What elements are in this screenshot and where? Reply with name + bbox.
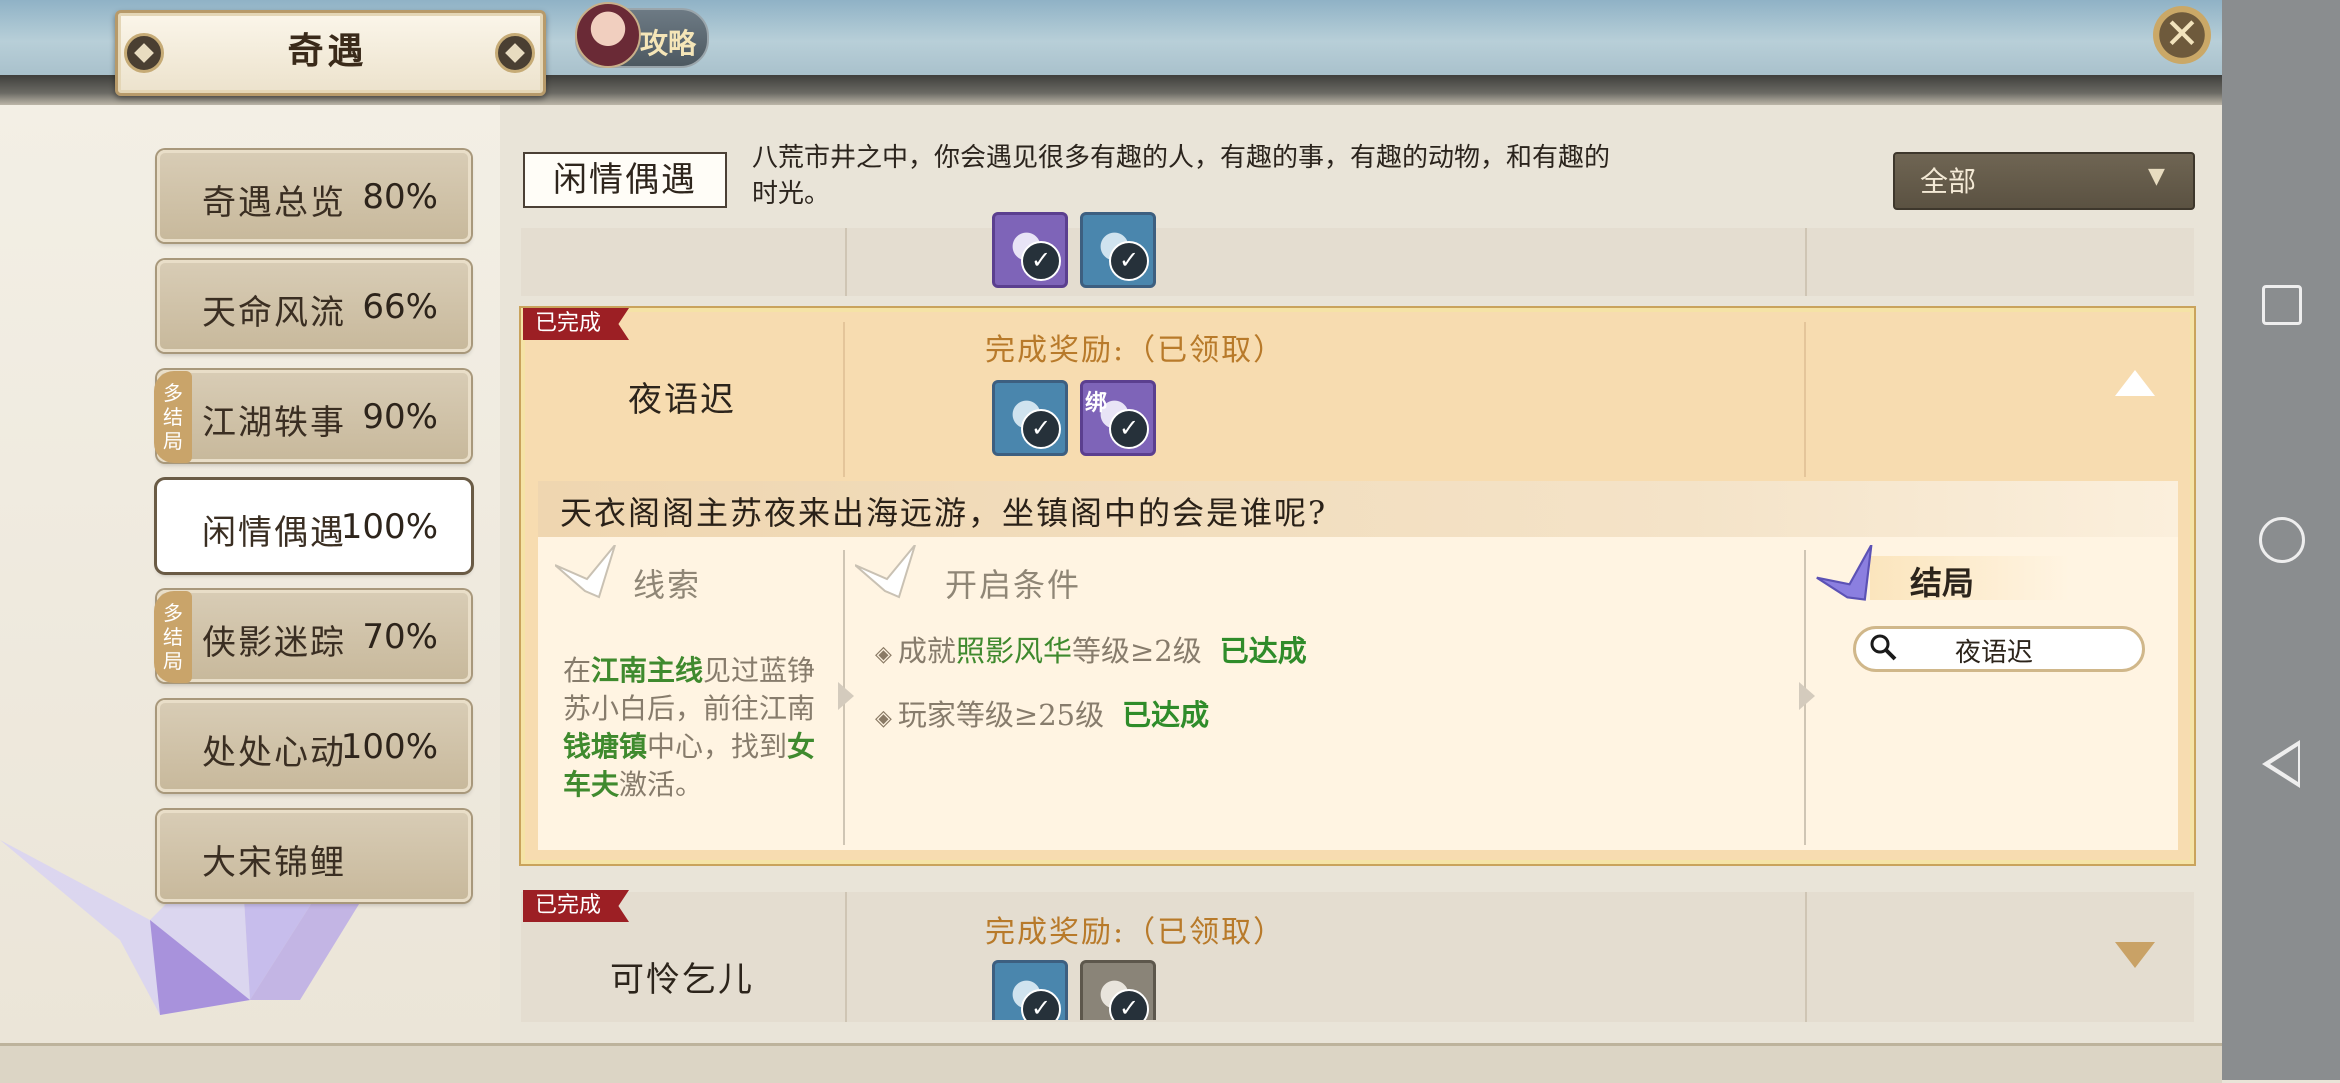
- tab-xianqing-ouyu[interactable]: 闲情偶遇 100%: [157, 480, 471, 572]
- tab-tianming-fengliu[interactable]: 天命风流 66%: [157, 260, 471, 352]
- multi-ending-badge: 多结局: [154, 371, 192, 463]
- filter-selected[interactable]: 全部: [1920, 160, 1976, 200]
- check-icon: ✓: [1109, 409, 1149, 449]
- dropdown-arrow-icon[interactable]: ▼: [2148, 164, 2165, 189]
- reward-item-icon[interactable]: 绑 ✓: [1080, 380, 1156, 456]
- quest-row[interactable]: [521, 892, 2194, 1022]
- tab-percent: 80%: [362, 177, 438, 217]
- diamond-bullet-icon: ◈: [875, 642, 892, 667]
- bottom-strip: [0, 1043, 2222, 1083]
- home-icon[interactable]: [2259, 517, 2305, 563]
- tab-label: 奇遇总览: [202, 183, 346, 223]
- condition-status: 已达成: [1122, 698, 1210, 732]
- guide-avatar[interactable]: [575, 2, 641, 68]
- reward-title: 完成奖励:（已领取）: [985, 915, 1286, 950]
- condition-status: 已达成: [1219, 634, 1307, 668]
- completed-tag: 已完成: [523, 308, 630, 340]
- page-title: 奇遇: [287, 30, 368, 72]
- row-divider: [843, 322, 845, 477]
- bound-label: 绑: [1085, 390, 1108, 416]
- purple-crane-icon: [1816, 545, 1873, 601]
- tab-qiyu-overview[interactable]: 奇遇总览 80%: [157, 150, 471, 242]
- multi-ending-badge: 多结局: [154, 591, 192, 683]
- clue-text: 在江南主线见过蓝铮苏小白后，前往江南钱塘镇中心，找到女车夫激活。: [563, 652, 838, 804]
- arrow-right-icon: [838, 682, 854, 710]
- tab-label: 江湖轶事: [202, 403, 346, 443]
- conditions-title: 开启条件: [945, 566, 1082, 604]
- check-icon: ✓: [1109, 989, 1149, 1020]
- quest-name: 夜语迟: [628, 380, 736, 420]
- tab-percent: 66%: [362, 287, 438, 327]
- check-icon: ✓: [1109, 241, 1149, 281]
- row-divider: [845, 228, 847, 296]
- tab-label: 天命风流: [202, 293, 346, 333]
- reward-item-icon[interactable]: ✓: [1080, 212, 1156, 288]
- clue-highlight: 钱塘镇: [563, 730, 648, 763]
- check-icon: ✓: [1021, 989, 1061, 1020]
- check-icon: ✓: [1021, 409, 1061, 449]
- row-divider: [1805, 892, 1807, 1022]
- quest-name: 可怜乞儿: [610, 960, 754, 1000]
- search-icon[interactable]: [1868, 632, 1898, 662]
- row-divider: [1805, 228, 1807, 296]
- condition-text: 等级≥2级: [1071, 634, 1202, 668]
- collapse-caret-icon[interactable]: [2115, 370, 2155, 396]
- tab-label: 处处心动: [202, 733, 346, 773]
- tab-label: 侠影迷踪: [202, 623, 346, 663]
- condition-item: ◈ 成就照影风华等级≥2级 已达成: [875, 628, 1307, 670]
- clue-highlight: 江南主线: [591, 654, 704, 687]
- tab-label: 闲情偶遇: [202, 513, 346, 553]
- ending-title: 结局: [1910, 564, 1975, 602]
- category-description: 八荒市井之中，你会遇见很多有趣的人，有趣的事，有趣的动物，和有趣的时光。: [752, 143, 1611, 209]
- paper-crane-icon: [555, 545, 616, 599]
- reward-title: 完成奖励:（已领取）: [985, 333, 1286, 368]
- condition-text: 成就: [897, 634, 956, 668]
- reward-item-icon[interactable]: ✓: [992, 960, 1068, 1020]
- clue-title: 线索: [633, 566, 702, 604]
- check-icon: ✓: [1021, 241, 1061, 281]
- clue-segment: 激活。: [619, 768, 704, 801]
- row-divider: [845, 892, 847, 1022]
- tab-chuchu-xindong[interactable]: 处处心动 100%: [157, 700, 471, 792]
- reward-item-icon[interactable]: ✓: [1080, 960, 1156, 1020]
- tab-percent: 70%: [362, 617, 438, 657]
- quest-question: 天衣阁阁主苏夜来出海远游，坐镇阁中的会是谁呢?: [560, 494, 1328, 532]
- reward-icons-clip: ✓ ✓: [990, 958, 1190, 1020]
- clue-segment: 在: [563, 654, 592, 687]
- diamond-bullet-icon: ◈: [875, 706, 892, 731]
- tab-percent: 100%: [340, 727, 438, 767]
- reward-item-icon[interactable]: ✓: [992, 212, 1068, 288]
- tab-label: 大宋锦鲤: [202, 843, 346, 883]
- clue-segment: 中心，找到: [647, 730, 788, 763]
- list-row-partial[interactable]: [521, 228, 2194, 296]
- tab-xiaying-mizong[interactable]: 多结局 侠影迷踪 70%: [154, 590, 471, 683]
- category-label: 闲情偶遇: [523, 152, 727, 208]
- condition-highlight: 照影风华: [955, 634, 1072, 668]
- guide-label[interactable]: 攻略: [640, 22, 696, 62]
- paper-crane-icon: [855, 545, 916, 599]
- back-icon-inner: [2270, 746, 2298, 782]
- condition-item: ◈ 玩家等级≥25级 已达成: [875, 692, 1209, 734]
- close-icon[interactable]: ✕: [2153, 6, 2211, 64]
- expand-caret-icon[interactable]: [2115, 942, 2155, 968]
- tab-jianghu-yishi[interactable]: 多结局 江湖轶事 90%: [154, 370, 471, 463]
- completed-tag: 已完成: [523, 890, 630, 922]
- ending-name[interactable]: 夜语迟: [1955, 632, 2033, 669]
- recent-apps-icon[interactable]: [2262, 285, 2302, 325]
- arrow-right-icon: [1799, 682, 1815, 710]
- condition-text: 玩家等级≥25级: [897, 698, 1105, 732]
- reward-item-icon[interactable]: ✓: [992, 380, 1068, 456]
- tab-percent: 90%: [362, 397, 438, 437]
- row-divider: [1804, 322, 1806, 477]
- tab-dasong-jinli[interactable]: 大宋锦鲤: [157, 810, 471, 902]
- tab-percent: 100%: [340, 507, 438, 547]
